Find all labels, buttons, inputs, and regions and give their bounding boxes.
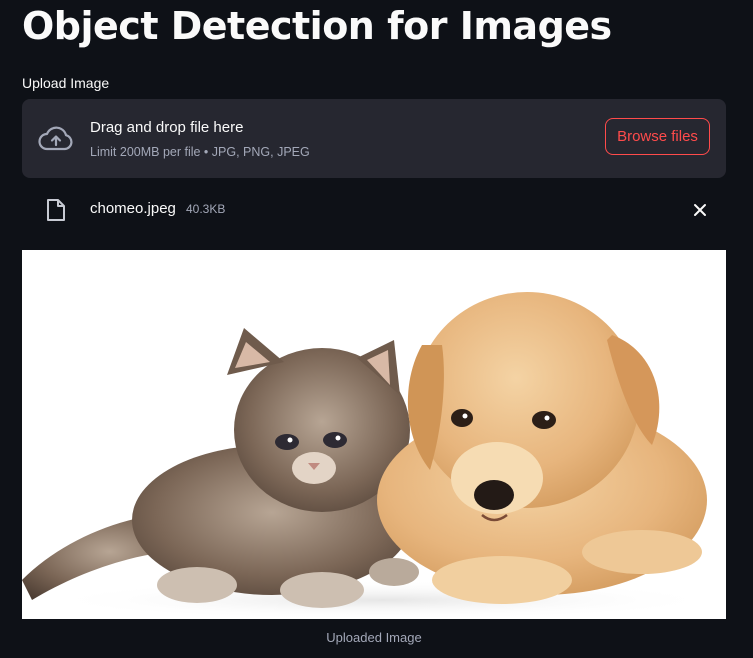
cloud-upload-icon [38, 126, 73, 151]
file-dropzone[interactable]: Drag and drop file here Limit 200MB per … [22, 99, 726, 178]
dropzone-title: Drag and drop file here [90, 119, 244, 136]
dropzone-limits: Limit 200MB per file • JPG, PNG, JPEG [90, 145, 310, 159]
browse-files-button[interactable]: Browse files [605, 118, 710, 155]
remove-file-close-icon[interactable] [691, 201, 709, 219]
file-icon [47, 199, 65, 221]
page-title: Object Detection for Images [22, 4, 612, 48]
uploaded-image [22, 250, 726, 619]
upload-label: Upload Image [22, 75, 110, 91]
uploaded-file-row: chomeo.jpeg 40.3KB [22, 190, 726, 230]
kitten-puppy-photo [22, 292, 722, 619]
file-name: chomeo.jpeg [90, 200, 176, 217]
file-size: 40.3KB [186, 202, 226, 216]
app-page: Object Detection for Images Upload Image… [0, 0, 753, 658]
image-caption: Uploaded Image [326, 630, 422, 645]
